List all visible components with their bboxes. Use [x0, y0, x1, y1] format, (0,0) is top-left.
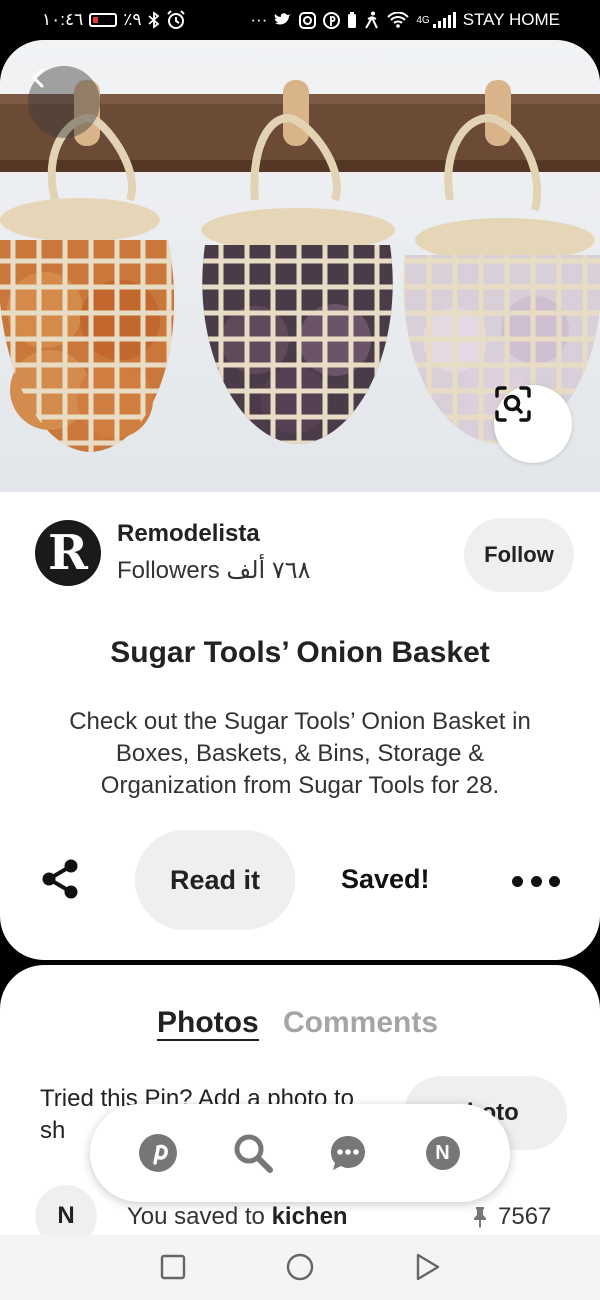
pin-count: 7567	[472, 1203, 551, 1231]
share-button[interactable]	[38, 856, 84, 902]
creator-name[interactable]: Remodelista	[117, 520, 260, 548]
battery-saver-icon	[348, 12, 357, 28]
pin-details-card: R Remodelista Followers ٧٦٨ ألف Follow S…	[0, 492, 600, 960]
network-type: 4G	[416, 14, 430, 26]
profile-icon: N	[425, 1136, 460, 1170]
nav-messages[interactable]	[326, 1131, 370, 1175]
nav-home[interactable]	[136, 1131, 180, 1175]
more-dot	[530, 875, 542, 887]
pin-count-value: 7567	[498, 1203, 552, 1230]
saved-to-prefix: You saved to	[127, 1203, 272, 1230]
battery-percent: ٪٩	[123, 10, 142, 29]
signal-icon	[432, 12, 456, 28]
status-bar-right: ··· 4G STAY HOME	[250, 8, 560, 32]
pinterest-icon	[138, 1134, 177, 1172]
pin-description: Check out the Sugar Tools’ Onion Basket …	[69, 708, 531, 799]
twitter-icon	[275, 13, 292, 25]
more-button[interactable]	[512, 868, 560, 894]
visual-search-button[interactable]	[494, 385, 572, 463]
nav-search[interactable]	[231, 1131, 275, 1175]
pin-title: Sugar Tools’ Onion Basket	[110, 636, 490, 669]
search-icon	[234, 1134, 273, 1173]
creator-followers: Followers ٧٦٨ ألف	[117, 557, 311, 584]
back-nav-button[interactable]	[412, 1252, 442, 1282]
visual-search-icon	[495, 386, 531, 422]
chevron-left-icon	[32, 68, 44, 88]
wifi-icon	[387, 12, 410, 28]
bluetooth-icon	[147, 11, 159, 29]
saved-to-board[interactable]: You saved to kichen	[127, 1203, 348, 1231]
back-button[interactable]	[28, 66, 100, 138]
messages-icon	[330, 1136, 365, 1170]
pinterest-status-icon	[323, 11, 341, 29]
tab-comments[interactable]: Comments	[283, 1007, 438, 1039]
creator-avatar-letter: R	[48, 525, 88, 581]
home-button[interactable]	[285, 1252, 315, 1282]
status-time: ١٠:٤٦	[42, 10, 84, 29]
instagram-icon	[299, 11, 317, 29]
notification-dots: ···	[250, 10, 268, 29]
creator-avatar[interactable]: R	[35, 520, 101, 586]
pin-image[interactable]	[0, 40, 600, 492]
tab-photos[interactable]: Photos	[157, 1007, 259, 1041]
bottom-navigation: N	[90, 1104, 510, 1202]
more-dot	[549, 875, 560, 887]
walking-icon	[365, 11, 379, 29]
system-navigation-bar	[0, 1235, 600, 1300]
user-avatar[interactable]: N	[35, 1185, 97, 1235]
saved-button[interactable]: Saved!	[341, 864, 430, 895]
alarm-icon	[166, 10, 185, 29]
share-icon	[42, 859, 78, 899]
nav-profile[interactable]: N	[421, 1131, 465, 1175]
carrier-text: STAY HOME	[462, 10, 560, 29]
battery-icon	[89, 13, 118, 27]
recents-button[interactable]	[158, 1252, 188, 1282]
status-bar-left: ١٠:٤٦ ٪٩	[42, 8, 186, 32]
read-it-button[interactable]: Read it	[135, 830, 295, 930]
more-dot	[512, 875, 523, 887]
board-name: kichen	[271, 1203, 348, 1230]
status-bar: ١٠:٤٦ ٪٩ ··· 4G STAY HOME	[0, 0, 600, 40]
follow-button[interactable]: Follow	[464, 518, 574, 592]
pin-icon	[474, 1207, 486, 1228]
